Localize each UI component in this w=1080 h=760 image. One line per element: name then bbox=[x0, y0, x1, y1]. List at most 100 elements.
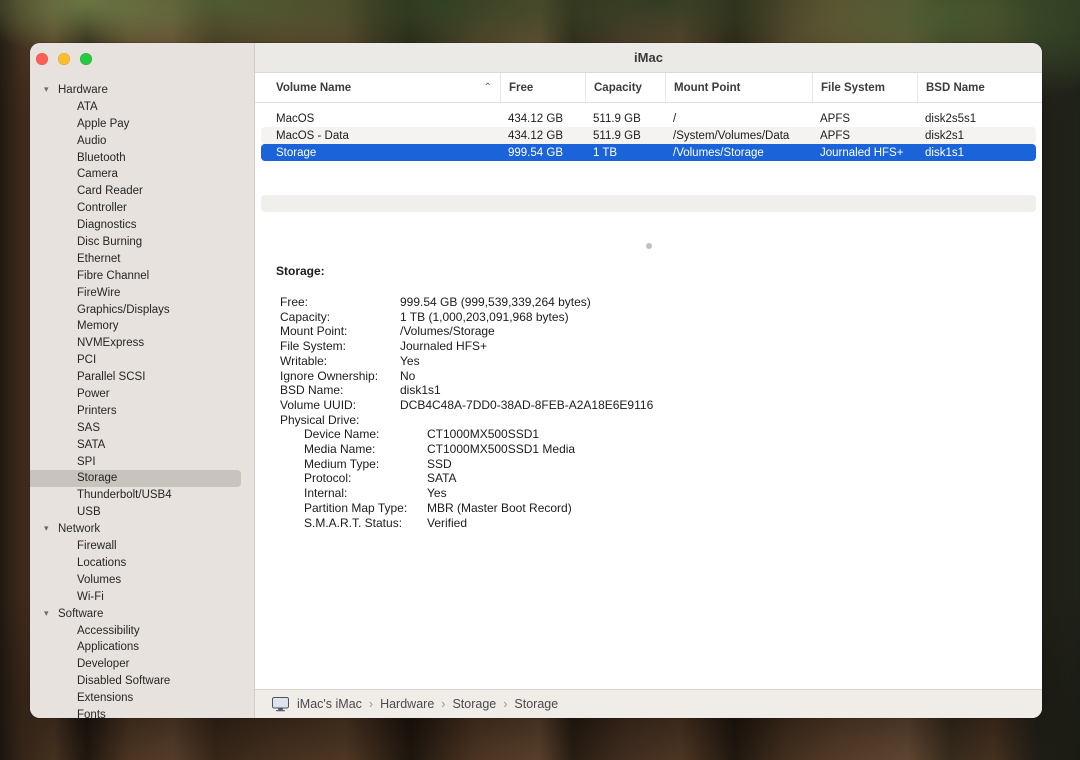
sidebar-item-parallel-scsi[interactable]: Parallel SCSI bbox=[30, 369, 254, 386]
cell-free: 434.12 GB bbox=[500, 113, 585, 125]
column-header-volume-name[interactable]: Volume Name⌃ bbox=[255, 73, 500, 102]
sidebar-item-card-reader[interactable]: Card Reader bbox=[30, 183, 254, 200]
details-title: Storage: bbox=[276, 264, 1042, 278]
column-header-bsd-name[interactable]: BSD Name bbox=[917, 73, 1042, 102]
sidebar-item-fonts[interactable]: Fonts bbox=[30, 707, 254, 718]
sidebar-item-memory[interactable]: Memory bbox=[30, 318, 254, 335]
minimize-button[interactable] bbox=[58, 53, 70, 65]
breadcrumb: iMac's iMac›Hardware›Storage›Storage bbox=[297, 697, 558, 711]
detail-label: Partition Map Type: bbox=[304, 501, 427, 516]
detail-row-protocol: Protocol:SATA bbox=[280, 471, 1042, 486]
column-header-label: Mount Point bbox=[674, 82, 740, 94]
sidebar-item-diagnostics[interactable]: Diagnostics bbox=[30, 217, 254, 234]
detail-value: SSD bbox=[427, 457, 452, 472]
sidebar-item-fibre-channel[interactable]: Fibre Channel bbox=[30, 268, 254, 285]
sidebar-item-locations[interactable]: Locations bbox=[30, 555, 254, 572]
volume-row-macos[interactable]: MacOS434.12 GB511.9 GB/APFSdisk2s5s1 bbox=[261, 110, 1036, 127]
volume-row-storage[interactable]: Storage999.54 GB1 TB/Volumes/StorageJour… bbox=[261, 144, 1036, 161]
detail-value: Verified bbox=[427, 516, 467, 531]
detail-row-bsd-name: BSD Name:disk1s1 bbox=[280, 383, 1042, 398]
sidebar-item-accessibility[interactable]: Accessibility bbox=[30, 623, 254, 640]
breadcrumb-item[interactable]: Storage bbox=[452, 697, 496, 711]
sidebar: ▾HardwareATAApple PayAudioBluetoothCamer… bbox=[30, 43, 255, 718]
detail-row-s-m-a-r-t-status: S.M.A.R.T. Status:Verified bbox=[280, 516, 1042, 531]
detail-label: Capacity: bbox=[280, 310, 400, 325]
sidebar-item-camera[interactable]: Camera bbox=[30, 166, 254, 183]
column-header-label: Free bbox=[509, 82, 533, 94]
column-header-file-system[interactable]: File System bbox=[812, 73, 917, 102]
cell-mount-point: / bbox=[665, 113, 812, 125]
chevron-down-icon[interactable]: ▾ bbox=[44, 81, 58, 98]
column-header-free[interactable]: Free bbox=[500, 73, 585, 102]
breadcrumb-item[interactable]: iMac's iMac bbox=[297, 697, 362, 711]
sidebar-item-developer[interactable]: Developer bbox=[30, 656, 254, 673]
chevron-down-icon[interactable]: ▾ bbox=[44, 520, 58, 537]
cell-volume-name: Storage bbox=[261, 147, 500, 159]
sidebar-item-ethernet[interactable]: Ethernet bbox=[30, 251, 254, 268]
cell-bsd-name: disk2s5s1 bbox=[917, 113, 1036, 125]
sidebar-item-firewall[interactable]: Firewall bbox=[30, 538, 254, 555]
title-bar[interactable]: iMac bbox=[255, 43, 1042, 73]
cell-file-system: APFS bbox=[812, 113, 917, 125]
column-header-mount-point[interactable]: Mount Point bbox=[665, 73, 812, 102]
detail-label: Ignore Ownership: bbox=[280, 369, 400, 384]
empty-row bbox=[261, 161, 1036, 178]
splitter-handle-icon[interactable] bbox=[646, 243, 652, 249]
sidebar-item-disabled-software[interactable]: Disabled Software bbox=[30, 673, 254, 690]
detail-label: Volume UUID: bbox=[280, 398, 400, 413]
sidebar-item-graphics-displays[interactable]: Graphics/Displays bbox=[30, 302, 254, 319]
sidebar-item-ata[interactable]: ATA bbox=[30, 99, 254, 116]
sidebar-item-bluetooth[interactable]: Bluetooth bbox=[30, 150, 254, 167]
sidebar-item-storage[interactable]: Storage bbox=[30, 470, 241, 487]
detail-row-capacity: Capacity:1 TB (1,000,203,091,968 bytes) bbox=[280, 310, 1042, 325]
sidebar-item-wi-fi[interactable]: Wi-Fi bbox=[30, 589, 254, 606]
breadcrumb-item[interactable]: Hardware bbox=[380, 697, 434, 711]
sidebar-section-label: Hardware bbox=[58, 84, 108, 96]
sidebar-item-nvmexpress[interactable]: NVMExpress bbox=[30, 335, 254, 352]
volumes-table-header: Volume Name⌃ Free Capacity Mount Point File … bbox=[255, 73, 1042, 103]
sidebar-item-printers[interactable]: Printers bbox=[30, 403, 254, 420]
sidebar-item-controller[interactable]: Controller bbox=[30, 200, 254, 217]
volume-row-macos-data[interactable]: MacOS - Data434.12 GB511.9 GB/System/Vol… bbox=[261, 127, 1036, 144]
detail-value: MBR (Master Boot Record) bbox=[427, 501, 572, 516]
sidebar-section-software[interactable]: ▾Software bbox=[30, 606, 254, 623]
sidebar-item-spi[interactable]: SPI bbox=[30, 454, 254, 471]
computer-icon bbox=[272, 697, 289, 712]
column-header-label: BSD Name bbox=[926, 82, 985, 94]
sidebar-section-network[interactable]: ▾Network bbox=[30, 521, 254, 538]
sidebar-item-applications[interactable]: Applications bbox=[30, 639, 254, 656]
sidebar-item-usb[interactable]: USB bbox=[30, 504, 254, 521]
column-header-capacity[interactable]: Capacity bbox=[585, 73, 665, 102]
detail-label: Physical Drive: bbox=[280, 413, 400, 428]
sidebar-item-power[interactable]: Power bbox=[30, 386, 254, 403]
breadcrumb-separator: › bbox=[369, 697, 373, 711]
detail-row-volume-uuid: Volume UUID:DCB4C48A-7DD0-38AD-8FEB-A2A1… bbox=[280, 398, 1042, 413]
sort-ascending-icon: ⌃ bbox=[484, 82, 492, 93]
sidebar-item-extensions[interactable]: Extensions bbox=[30, 690, 254, 707]
sidebar-item-thunderbolt-usb4[interactable]: Thunderbolt/USB4 bbox=[30, 487, 254, 504]
detail-value: Yes bbox=[400, 354, 420, 369]
sidebar-item-disc-burning[interactable]: Disc Burning bbox=[30, 234, 254, 251]
cell-volume-name: MacOS - Data bbox=[261, 130, 500, 142]
sidebar-item-sata[interactable]: SATA bbox=[30, 437, 254, 454]
volumes-table-body: MacOS434.12 GB511.9 GB/APFSdisk2s5s1MacO… bbox=[255, 110, 1042, 212]
sidebar-item-pci[interactable]: PCI bbox=[30, 352, 254, 369]
pane-splitter[interactable] bbox=[255, 240, 1042, 250]
cell-free: 434.12 GB bbox=[500, 130, 585, 142]
sidebar-item-firewire[interactable]: FireWire bbox=[30, 285, 254, 302]
sidebar-item-sas[interactable]: SAS bbox=[30, 420, 254, 437]
breadcrumb-item[interactable]: Storage bbox=[514, 697, 558, 711]
sidebar-section-hardware[interactable]: ▾Hardware bbox=[30, 82, 254, 99]
zoom-button[interactable] bbox=[80, 53, 92, 65]
details-panel: Storage: Free:999.54 GB (999,539,339,264… bbox=[255, 264, 1042, 530]
close-button[interactable] bbox=[36, 53, 48, 65]
sidebar-item-apple-pay[interactable]: Apple Pay bbox=[30, 116, 254, 133]
detail-label: S.M.A.R.T. Status: bbox=[304, 516, 427, 531]
detail-label: Writable: bbox=[280, 354, 400, 369]
detail-label: Protocol: bbox=[304, 471, 427, 486]
sidebar-item-volumes[interactable]: Volumes bbox=[30, 572, 254, 589]
sidebar-item-audio[interactable]: Audio bbox=[30, 133, 254, 150]
desktop-wallpaper: ▾HardwareATAApple PayAudioBluetoothCamer… bbox=[0, 0, 1080, 760]
cell-mount-point: /System/Volumes/Data bbox=[665, 130, 812, 142]
chevron-down-icon[interactable]: ▾ bbox=[44, 605, 58, 622]
